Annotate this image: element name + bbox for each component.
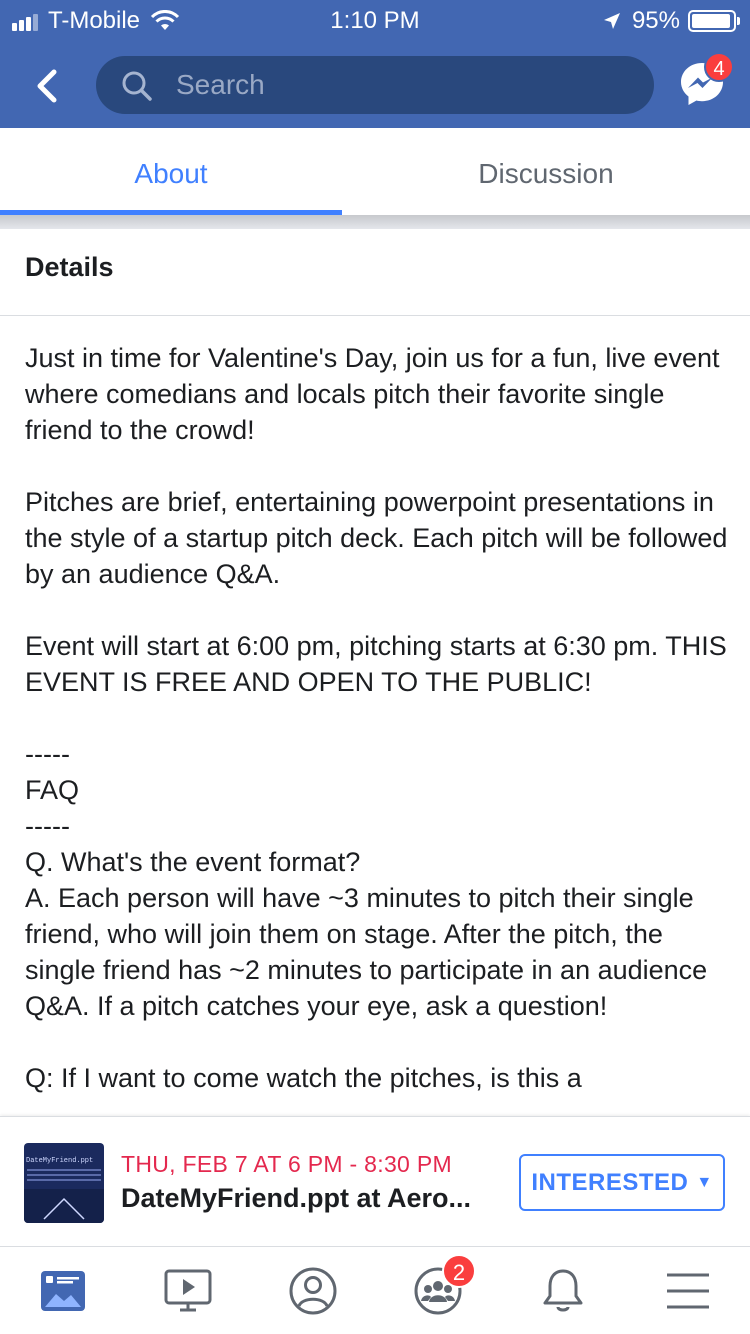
search-icon: [122, 71, 152, 101]
messenger-badge: 4: [704, 52, 734, 82]
description-paragraph: Event will start at 6:00 pm, pitching st…: [25, 631, 727, 697]
section-separator: [0, 215, 750, 229]
faq-section: ----- FAQ ----- Q. What's the event form…: [25, 739, 708, 1021]
tab-about[interactable]: About: [0, 128, 342, 216]
news-feed-icon[interactable]: [3, 1247, 123, 1334]
event-title[interactable]: DateMyFriend.ppt at Aero...: [121, 1183, 501, 1214]
event-date: THU, FEB 7 AT 6 PM - 8:30 PM: [121, 1151, 452, 1177]
location-arrow-icon: [603, 13, 620, 29]
description-paragraph: Just in time for Valentine's Day, join u…: [25, 343, 720, 445]
event-thumbnail[interactable]: DateMyFriend.ppt: [24, 1143, 104, 1223]
event-summary-bar[interactable]: DateMyFriend.ppt THU, FEB 7 AT 6 PM - 8:…: [0, 1116, 750, 1246]
description-paragraph: Pitches are brief, entertaining powerpoi…: [25, 487, 728, 589]
watch-icon[interactable]: [128, 1247, 248, 1334]
app-header: T-Mobile 1:10 PM 95% 4: [0, 0, 750, 128]
interested-label: INTERESTED: [531, 1168, 689, 1196]
caret-down-icon: ▼: [696, 1173, 713, 1191]
menu-icon[interactable]: [628, 1247, 748, 1334]
status-bar: T-Mobile 1:10 PM 95%: [0, 0, 750, 42]
tab-bar: About Discussion: [0, 128, 750, 216]
battery-icon: [688, 10, 740, 32]
groups-badge: 2: [442, 1254, 476, 1288]
interested-button[interactable]: INTERESTED ▼: [519, 1154, 725, 1211]
tab-discussion[interactable]: Discussion: [342, 128, 750, 216]
profile-icon[interactable]: [253, 1247, 373, 1334]
back-icon[interactable]: [30, 66, 66, 106]
search-bar[interactable]: [96, 56, 654, 114]
event-description: Just in time for Valentine's Day, join u…: [25, 340, 735, 1116]
divider: [0, 315, 750, 316]
search-input[interactable]: [176, 56, 636, 114]
battery-percent: 95%: [631, 7, 680, 34]
thumbnail-text: DateMyFriend.ppt: [26, 1157, 94, 1165]
bottom-nav: [0, 1246, 750, 1334]
details-heading: Details: [25, 252, 114, 282]
description-paragraph: Q: If I want to come watch the pitches, …: [25, 1063, 582, 1093]
groups-icon[interactable]: [378, 1247, 498, 1334]
notifications-icon[interactable]: [503, 1247, 623, 1334]
thumbnail-graphic: [24, 1189, 104, 1223]
thumbnail-lines: [27, 1169, 101, 1184]
